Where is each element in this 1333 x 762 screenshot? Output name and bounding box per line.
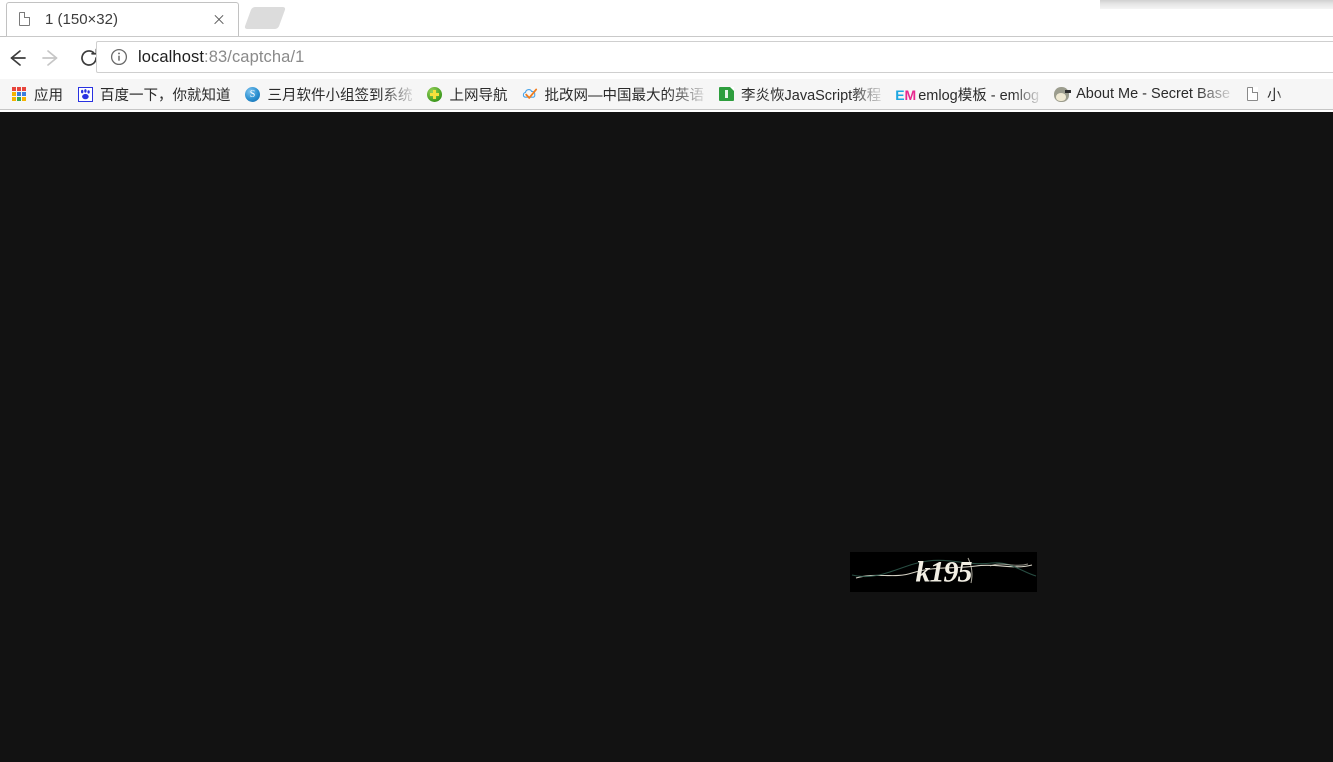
forward-button[interactable] — [34, 41, 68, 75]
bookmark-about-me[interactable]: About Me - Secret Base — [1046, 82, 1237, 106]
info-circle-icon[interactable] — [110, 48, 128, 66]
captcha-text: k195 — [916, 556, 972, 590]
new-tab-button[interactable] — [244, 7, 286, 29]
bookmark-label: 小 — [1267, 84, 1282, 105]
tab-title: 1 (150×32) — [45, 11, 208, 28]
apps-grid-icon — [11, 86, 27, 102]
bookmark-misc[interactable]: 小 — [1237, 82, 1289, 106]
bookmarks-bar: 应用 百度一下，你就知道 三月软件小组签到系统 — [0, 79, 1333, 110]
captcha-image[interactable]: k195 — [850, 552, 1037, 592]
address-bar-url: localhost:83/captcha/1 — [138, 48, 304, 67]
bookmark-pigai[interactable]: 批改网—中国最大的英语 — [515, 82, 712, 106]
bookmark-apps[interactable]: 应用 — [4, 82, 70, 106]
cloud-check-icon — [522, 86, 538, 102]
bookmark-label: About Me - Secret Base — [1076, 86, 1230, 102]
tab-favicon-document-icon — [19, 12, 35, 28]
tab-strip: 1 (150×32) — [0, 0, 1333, 37]
green-plus-icon — [427, 86, 443, 102]
window-frame-strip — [1100, 0, 1333, 9]
bookmark-label: 三月软件小组签到系统 — [268, 84, 413, 105]
bookmark-web-nav[interactable]: 上网导航 — [420, 82, 515, 106]
bookmark-baidu[interactable]: 百度一下，你就知道 — [70, 82, 238, 106]
back-button[interactable] — [0, 41, 34, 75]
back-arrow-icon — [6, 47, 28, 69]
bookmark-label: 李炎恢JavaScript教程 — [741, 84, 881, 105]
captcha-image-container[interactable]: k195 — [850, 552, 1037, 592]
bookmark-label: 批改网—中国最大的英语 — [545, 84, 705, 105]
totoro-icon — [1053, 86, 1069, 102]
bookmark-label: 上网导航 — [450, 84, 508, 105]
browser-toolbar: localhost:83/captcha/1 — [0, 37, 1333, 79]
page-content: k195 — [0, 112, 1333, 762]
bookmark-label: 百度一下，你就知道 — [100, 84, 231, 105]
green-book-icon — [718, 86, 734, 102]
tab-close-icon[interactable] — [208, 9, 230, 31]
url-host: localhost — [138, 48, 204, 66]
browser-window: 1 (150×32) — [0, 0, 1333, 762]
bookmark-js-tutorial[interactable]: 李炎恢JavaScript教程 — [711, 82, 888, 106]
blue-globe-icon — [245, 86, 261, 102]
url-path: :83/captcha/1 — [204, 48, 304, 66]
address-bar[interactable]: localhost:83/captcha/1 — [96, 41, 1333, 73]
document-page-icon — [1244, 86, 1260, 102]
browser-tab[interactable]: 1 (150×32) — [6, 2, 239, 36]
bookmark-signin-system[interactable]: 三月软件小组签到系统 — [238, 82, 420, 106]
bookmark-label: emlog模板 - emlog — [918, 84, 1039, 105]
forward-arrow-icon — [40, 47, 62, 69]
bookmark-label: 应用 — [34, 84, 63, 105]
emlog-em-icon: EM — [895, 86, 911, 102]
baidu-paw-icon — [77, 86, 93, 102]
bookmark-emlog[interactable]: EM emlog模板 - emlog — [888, 82, 1046, 106]
